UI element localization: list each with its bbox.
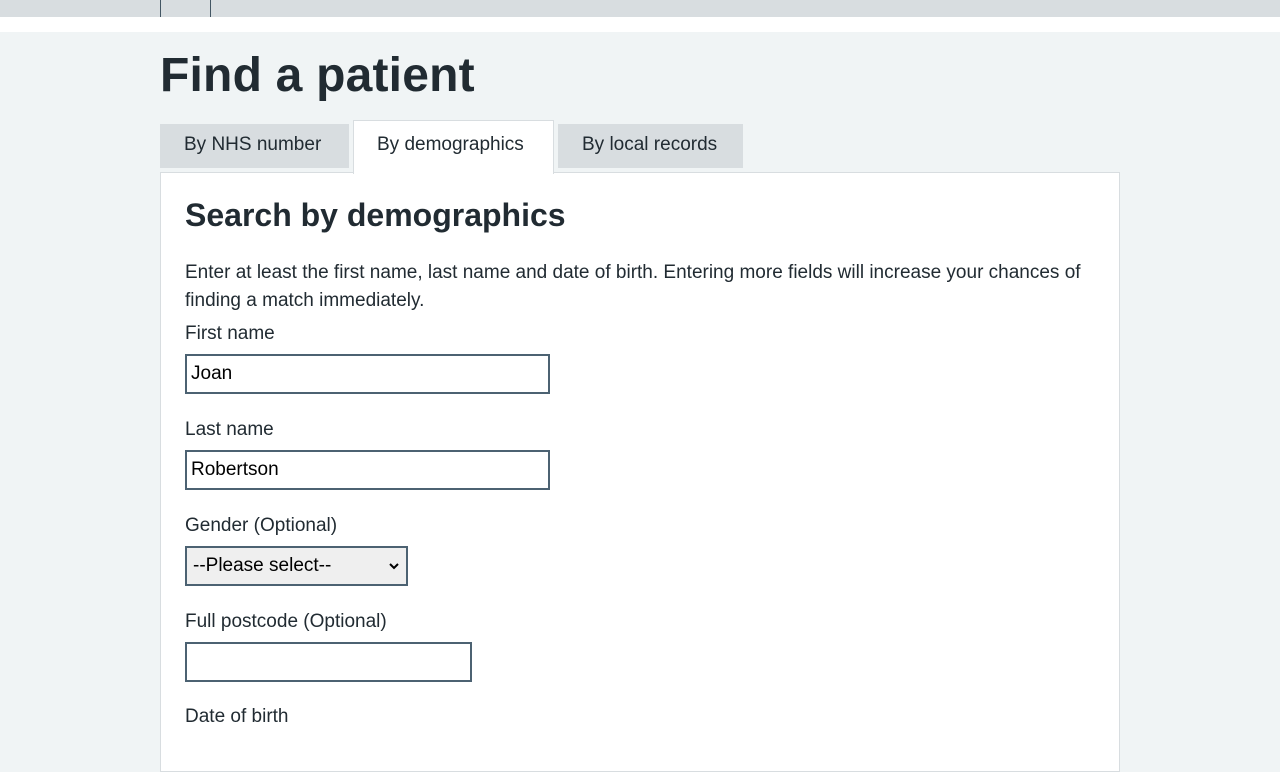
gender-label: Gender (Optional) [185, 515, 338, 536]
postcode-field[interactable] [185, 642, 472, 682]
gender-select-value: --Please select-- [193, 555, 332, 576]
tab-by-nhs-number[interactable]: By NHS number [160, 124, 349, 168]
intro-text: Enter at least the first name, last name… [185, 262, 1081, 311]
date-of-birth-label: Date of birth [185, 706, 289, 727]
first-name-label: First name [185, 323, 275, 344]
tab-by-demographics[interactable]: By demographics [353, 120, 554, 174]
chevron-down-icon [389, 563, 399, 570]
panel-heading: Search by demographics [185, 197, 566, 233]
tab-by-local-records[interactable]: By local records [558, 124, 743, 168]
gender-select[interactable]: --Please select-- [185, 546, 408, 586]
search-panel: Search by demographics Enter at least th… [160, 172, 1120, 772]
last-name-field[interactable] [185, 450, 550, 490]
postcode-label: Full postcode (Optional) [185, 611, 387, 632]
header-strip [0, 17, 1280, 32]
page-title: Find a patient [160, 49, 475, 102]
last-name-label: Last name [185, 419, 274, 440]
first-name-field[interactable] [185, 354, 550, 394]
top-bar [0, 0, 1280, 20]
